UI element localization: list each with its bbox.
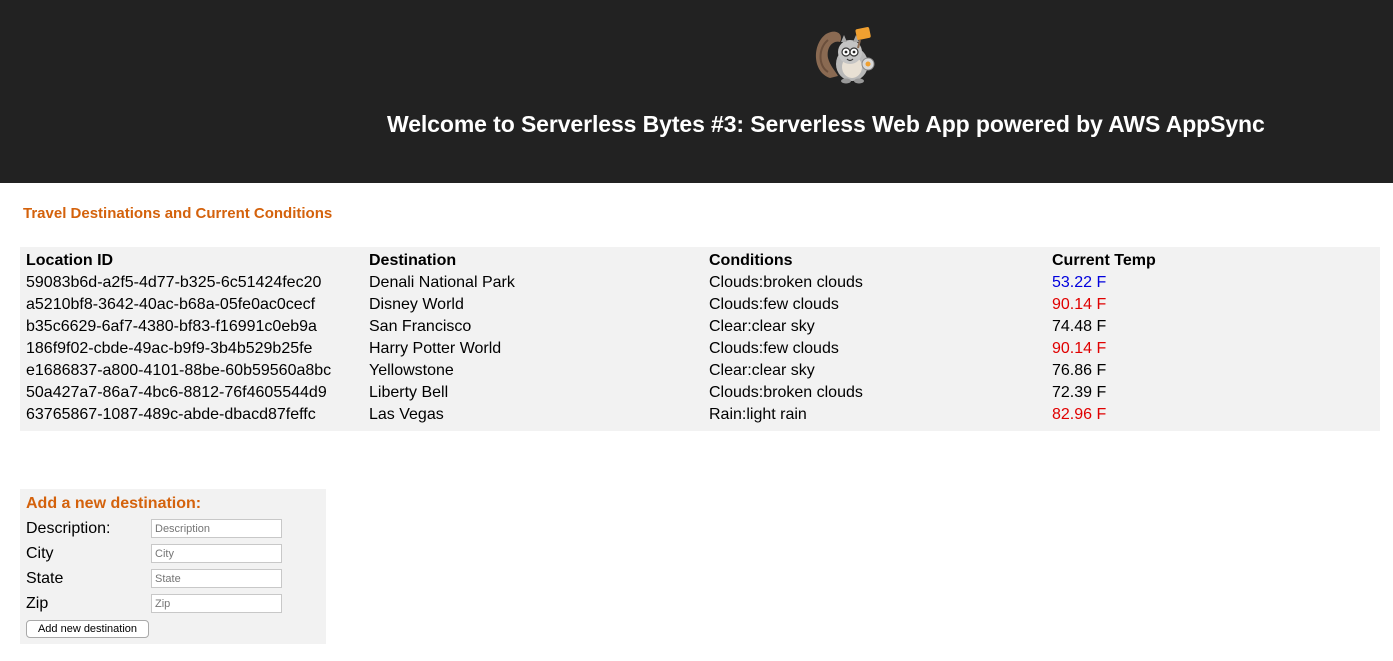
conditions-cell: Clouds:broken clouds: [709, 384, 863, 401]
description-label: Description:: [26, 520, 111, 537]
location-id-cell: e1686837-a800-4101-88be-60b59560a8bc: [26, 362, 332, 379]
table-row: 50a427a7-86a7-4bc6-8812-76f4605544d9 Libe…: [24, 382, 1352, 404]
location-id-cell: 186f9f02-cbde-49ac-b9f9-3b4b529b25fe: [26, 340, 313, 357]
table-row: 186f9f02-cbde-49ac-b9f9-3b4b529b25fe Harr…: [24, 338, 1352, 360]
column-header-current-temp: Current Temp: [1052, 252, 1156, 269]
conditions-cell: Clouds:few clouds: [709, 296, 839, 313]
form-row-city: City: [26, 544, 316, 566]
table-body: 59083b6d-a2f5-4d77-b325-6c51424fec20 Dena…: [24, 272, 1352, 426]
current-temp-cell: 74.48 F: [1052, 318, 1107, 335]
destination-cell: Denali National Park: [369, 274, 515, 291]
squirrel-mascot-logo-icon: [815, 27, 875, 84]
destination-cell: Liberty Bell: [369, 384, 449, 401]
page-header: Welcome to Serverless Bytes #3: Serverle…: [0, 0, 1393, 183]
destination-cell: Disney World: [369, 296, 464, 313]
conditions-cell: Clear:clear sky: [709, 362, 815, 379]
destination-cell: Las Vegas: [369, 406, 444, 423]
form-row-zip: Zip: [26, 594, 316, 616]
current-temp-cell: 90.14 F: [1052, 340, 1107, 357]
destination-cell: San Francisco: [369, 318, 472, 335]
conditions-cell: Rain:light rain: [709, 406, 807, 423]
table-row: 63765867-1087-489c-abde-dbacd87feffc Las …: [24, 404, 1352, 426]
state-input[interactable]: [151, 569, 282, 588]
current-temp-cell: 72.39 F: [1052, 384, 1107, 401]
add-new-destination-button[interactable]: Add new destination: [26, 620, 149, 638]
column-header-destination: Destination: [369, 252, 457, 269]
location-id-cell: a5210bf8-3642-40ac-b68a-05fe0ac0cecf: [26, 296, 316, 313]
section-title: Travel Destinations and Current Conditio…: [23, 205, 333, 222]
location-id-cell: 59083b6d-a2f5-4d77-b325-6c51424fec20: [26, 274, 322, 291]
table-row: b35c6629-6af7-4380-bf83-f16991c0eb9a San …: [24, 316, 1352, 338]
destination-cell: Yellowstone: [369, 362, 454, 379]
location-id-cell: 63765867-1087-489c-abde-dbacd87feffc: [26, 406, 316, 423]
form-title: Add a new destination:: [26, 495, 202, 512]
destinations-table-panel: Location ID Destination Conditions Curre…: [20, 247, 1380, 431]
conditions-cell: Clouds:few clouds: [709, 340, 839, 357]
current-temp-cell: 76.86 F: [1052, 362, 1107, 379]
add-destination-form: Add a new destination: Description: City…: [20, 489, 326, 644]
description-input[interactable]: [151, 519, 282, 538]
location-id-cell: 50a427a7-86a7-4bc6-8812-76f4605544d9: [26, 384, 327, 401]
current-temp-cell: 90.14 F: [1052, 296, 1107, 313]
zip-label: Zip: [26, 595, 49, 612]
table-row: a5210bf8-3642-40ac-b68a-05fe0ac0cecf Disn…: [24, 294, 1352, 316]
table-header-row: Location ID Destination Conditions Curre…: [24, 250, 1352, 272]
location-id-cell: b35c6629-6af7-4380-bf83-f16991c0eb9a: [26, 318, 317, 335]
current-temp-cell: 53.22 F: [1052, 274, 1107, 291]
conditions-cell: Clear:clear sky: [709, 318, 815, 335]
current-temp-cell: 82.96 F: [1052, 406, 1107, 423]
destination-cell: Harry Potter World: [369, 340, 502, 357]
conditions-cell: Clouds:broken clouds: [709, 274, 863, 291]
destinations-table: Location ID Destination Conditions Curre…: [24, 250, 1352, 426]
column-header-conditions: Conditions: [709, 252, 793, 269]
form-row-description: Description:: [26, 519, 316, 541]
state-label: State: [26, 570, 64, 587]
form-row-state: State: [26, 569, 316, 591]
column-header-location-id: Location ID: [26, 252, 114, 269]
page-title: Welcome to Serverless Bytes #3: Serverle…: [387, 111, 1265, 137]
table-row: e1686837-a800-4101-88be-60b59560a8bc Yell…: [24, 360, 1352, 382]
city-input[interactable]: [151, 544, 282, 563]
city-label: City: [26, 545, 54, 562]
table-row: 59083b6d-a2f5-4d77-b325-6c51424fec20 Dena…: [24, 272, 1352, 294]
zip-input[interactable]: [151, 594, 282, 613]
